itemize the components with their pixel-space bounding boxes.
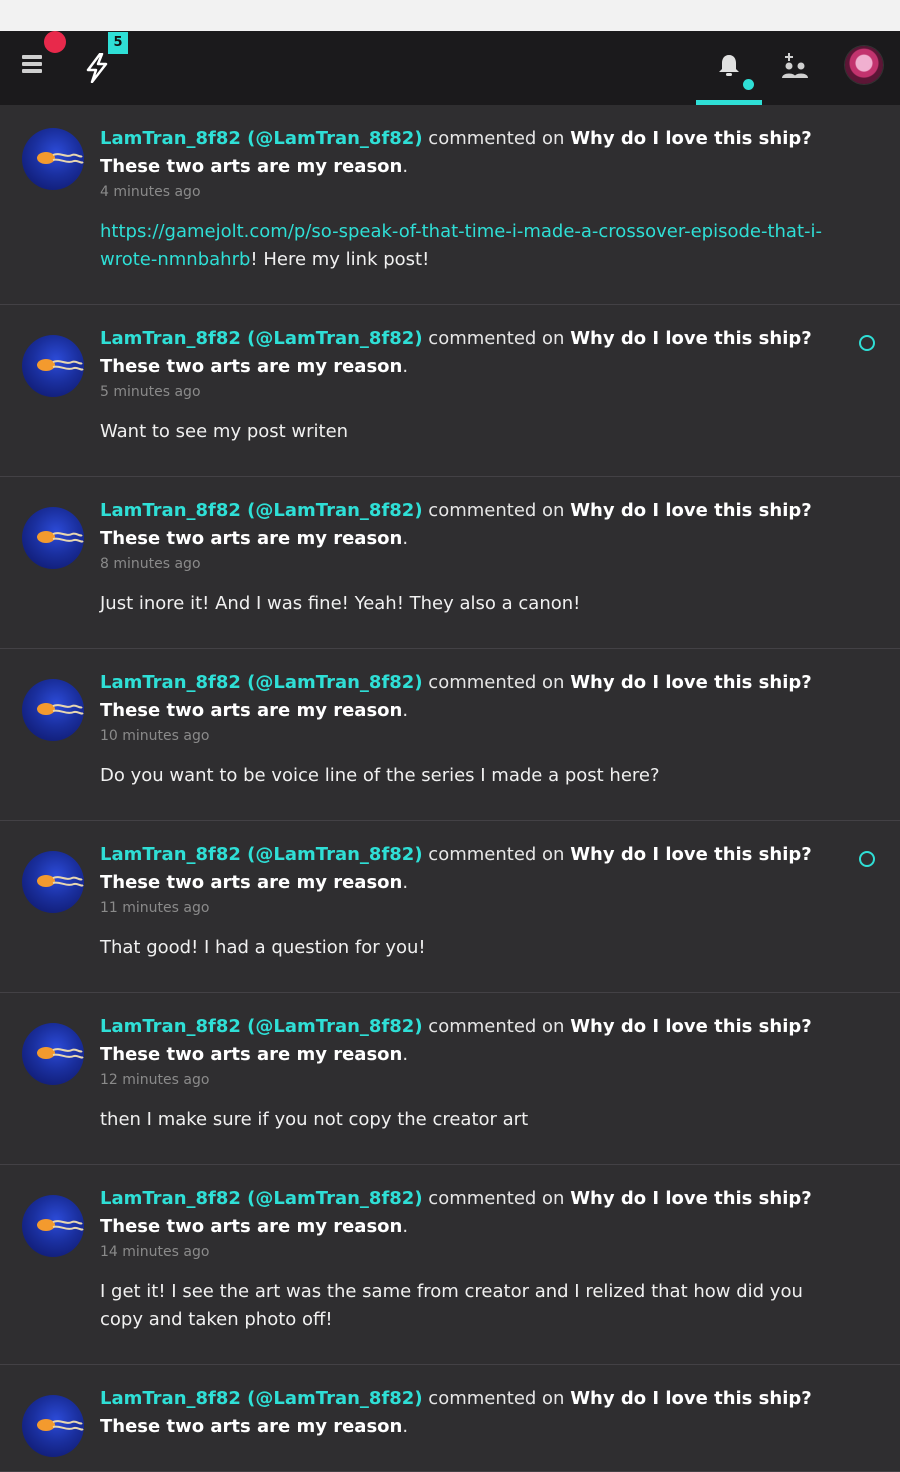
- commenter-avatar[interactable]: [22, 1195, 84, 1257]
- comment-text: then I make sure if you not copy the cre…: [100, 1109, 529, 1130]
- commenter-avatar[interactable]: [22, 1023, 84, 1085]
- notification-headline: LamTran_8f82 (@LamTran_8f82) commented o…: [100, 1188, 812, 1237]
- timestamp: 11 minutes ago: [100, 900, 210, 916]
- commenter-username-link[interactable]: LamTran_8f82 (@LamTran_8f82): [100, 328, 423, 349]
- timestamp: 5 minutes ago: [100, 384, 201, 400]
- comment-link[interactable]: https://gamejolt.com/p/so-speak-of-that-…: [100, 221, 822, 270]
- action-verb: commented on: [428, 500, 565, 521]
- timestamp: 8 minutes ago: [100, 556, 201, 572]
- unread-indicator-dot: [743, 79, 754, 90]
- commenter-username-link[interactable]: LamTran_8f82 (@LamTran_8f82): [100, 1016, 423, 1037]
- notification-headline: LamTran_8f82 (@LamTran_8f82) commented o…: [100, 1016, 812, 1065]
- action-verb: commented on: [428, 844, 565, 865]
- notification-item[interactable]: LamTran_8f82 (@LamTran_8f82) commented o…: [0, 1165, 900, 1365]
- commenter-avatar[interactable]: [22, 128, 84, 190]
- status-strip: [0, 0, 900, 31]
- notification-item[interactable]: LamTran_8f82 (@LamTran_8f82) commented o…: [0, 993, 900, 1165]
- notification-headline: LamTran_8f82 (@LamTran_8f82) commented o…: [100, 844, 812, 893]
- jellyfish-icon: [37, 1047, 84, 1059]
- commenter-avatar[interactable]: [22, 679, 84, 741]
- notification-item[interactable]: LamTran_8f82 (@LamTran_8f82) commented o…: [0, 305, 900, 477]
- action-verb: commented on: [428, 328, 565, 349]
- jellyfish-icon: [37, 703, 84, 715]
- timestamp: 10 minutes ago: [100, 728, 210, 744]
- jellyfish-icon: [37, 1219, 84, 1231]
- notification-item[interactable]: LamTran_8f82 (@LamTran_8f82) commented o…: [0, 821, 900, 993]
- notification-headline: LamTran_8f82 (@LamTran_8f82) commented o…: [100, 672, 812, 721]
- commenter-username-link[interactable]: LamTran_8f82 (@LamTran_8f82): [100, 844, 423, 865]
- action-verb: commented on: [428, 672, 565, 693]
- comment-text: https://gamejolt.com/p/so-speak-of-that-…: [100, 218, 826, 274]
- notification-headline: LamTran_8f82 (@LamTran_8f82) commented o…: [100, 1388, 812, 1437]
- commenter-avatar[interactable]: [22, 1395, 84, 1457]
- jellyfish-icon: [37, 359, 84, 371]
- comment-text-rest: ! Here my link post!: [250, 249, 430, 270]
- menu-icon[interactable]: [22, 55, 42, 75]
- top-navigation-bar: 5: [0, 31, 900, 105]
- notification-headline: LamTran_8f82 (@LamTran_8f82) commented o…: [100, 128, 812, 177]
- commenter-username-link[interactable]: LamTran_8f82 (@LamTran_8f82): [100, 1388, 423, 1409]
- action-verb: commented on: [428, 128, 565, 149]
- commenter-username-link[interactable]: LamTran_8f82 (@LamTran_8f82): [100, 1188, 423, 1209]
- action-verb: commented on: [428, 1388, 565, 1409]
- commenter-username-link[interactable]: LamTran_8f82 (@LamTran_8f82): [100, 128, 423, 149]
- jellyfish-icon: [37, 152, 84, 164]
- timestamp: 4 minutes ago: [100, 184, 201, 200]
- lightning-icon[interactable]: [84, 53, 110, 83]
- timestamp: 14 minutes ago: [100, 1244, 210, 1260]
- commenter-username-link[interactable]: LamTran_8f82 (@LamTran_8f82): [100, 500, 423, 521]
- unread-marker[interactable]: [859, 335, 875, 351]
- lightning-count-badge: 5: [108, 32, 128, 54]
- notification-item[interactable]: LamTran_8f82 (@LamTran_8f82) commented o…: [0, 105, 900, 305]
- bell-icon[interactable]: [717, 53, 741, 79]
- comment-text: Want to see my post writen: [100, 421, 349, 442]
- action-verb: commented on: [428, 1188, 565, 1209]
- notification-headline: LamTran_8f82 (@LamTran_8f82) commented o…: [100, 328, 812, 377]
- notification-feed: LamTran_8f82 (@LamTran_8f82) commented o…: [0, 105, 900, 1472]
- commenter-avatar[interactable]: [22, 507, 84, 569]
- jellyfish-icon: [37, 531, 84, 543]
- notification-item[interactable]: LamTran_8f82 (@LamTran_8f82) commented o…: [0, 649, 900, 821]
- unread-marker[interactable]: [859, 851, 875, 867]
- user-avatar[interactable]: [845, 46, 883, 84]
- notification-headline: LamTran_8f82 (@LamTran_8f82) commented o…: [100, 500, 812, 549]
- notification-item[interactable]: LamTran_8f82 (@LamTran_8f82) commented o…: [0, 1365, 900, 1472]
- notification-dot: [44, 31, 66, 53]
- comment-text: Do you want to be voice line of the seri…: [100, 765, 660, 786]
- jellyfish-icon: [37, 875, 84, 887]
- jellyfish-icon: [37, 1419, 84, 1431]
- notification-item[interactable]: LamTran_8f82 (@LamTran_8f82) commented o…: [0, 477, 900, 649]
- friends-icon[interactable]: [780, 52, 810, 80]
- action-verb: commented on: [428, 1016, 565, 1037]
- comment-text: Just inore it! And I was fine! Yeah! The…: [100, 593, 581, 614]
- commenter-avatar[interactable]: [22, 851, 84, 913]
- commenter-avatar[interactable]: [22, 335, 84, 397]
- comment-text: I get it! I see the art was the same fro…: [100, 1281, 803, 1330]
- comment-text: That good! I had a question for you!: [100, 937, 426, 958]
- commenter-username-link[interactable]: LamTran_8f82 (@LamTran_8f82): [100, 672, 423, 693]
- timestamp: 12 minutes ago: [100, 1072, 210, 1088]
